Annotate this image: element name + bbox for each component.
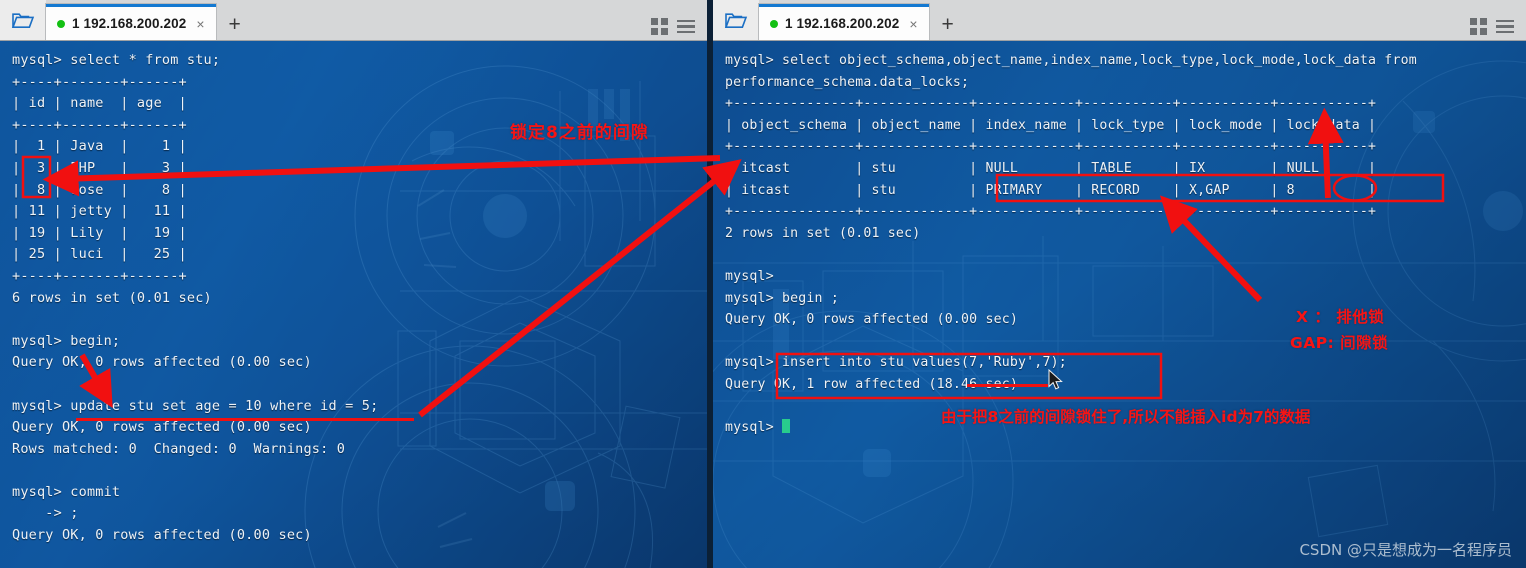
hamburger-menu-icon[interactable]: [1496, 19, 1514, 34]
terminal-body-right[interactable]: mysql> select object_schema,object_name,…: [713, 41, 1526, 568]
tab-status-dot: [770, 19, 778, 28]
tab-right-192-168-200-202[interactable]: 1 192.168.200.202 ×: [759, 4, 929, 40]
new-tab-button[interactable]: +: [216, 14, 254, 35]
close-icon[interactable]: ×: [906, 17, 920, 31]
tab-left-192-168-200-202[interactable]: 1 192.168.200.202 ×: [46, 4, 216, 40]
tab-bar-right: 1 192.168.200.202 × +: [713, 0, 1526, 41]
hamburger-menu-icon[interactable]: [677, 19, 695, 34]
mouse-cursor-icon: [1048, 369, 1063, 390]
screenshot-root: 1 192.168.200.202 × + mysql> select * fr…: [0, 0, 1526, 568]
terminal-output-left: mysql> select * from stu; +----+-------+…: [12, 52, 379, 544]
terminal-pane-right: 1 192.168.200.202 × + mysql> select obje…: [713, 0, 1526, 568]
grid-view-icon[interactable]: [651, 18, 668, 35]
tab-label: 1 192.168.200.202: [72, 16, 187, 31]
csdn-watermark: CSDN @只是想成为一名程序员: [1299, 541, 1512, 559]
folder-open-icon[interactable]: [713, 0, 759, 40]
terminal-body-left[interactable]: mysql> select * from stu; +----+-------+…: [0, 41, 707, 568]
folder-open-icon[interactable]: [0, 0, 46, 40]
terminal-cursor: [781, 419, 790, 434]
terminal-output-right: mysql> select object_schema,object_name,…: [725, 53, 1417, 436]
pane-divider[interactable]: [707, 0, 713, 568]
tab-bar-left: 1 192.168.200.202 × +: [0, 0, 707, 41]
close-icon[interactable]: ×: [193, 17, 207, 31]
tab-status-dot: [57, 19, 65, 28]
new-tab-button[interactable]: +: [929, 14, 967, 35]
terminal-pane-left: 1 192.168.200.202 × + mysql> select * fr…: [0, 0, 707, 568]
grid-view-icon[interactable]: [1470, 18, 1487, 35]
tab-label: 1 192.168.200.202: [785, 16, 900, 31]
